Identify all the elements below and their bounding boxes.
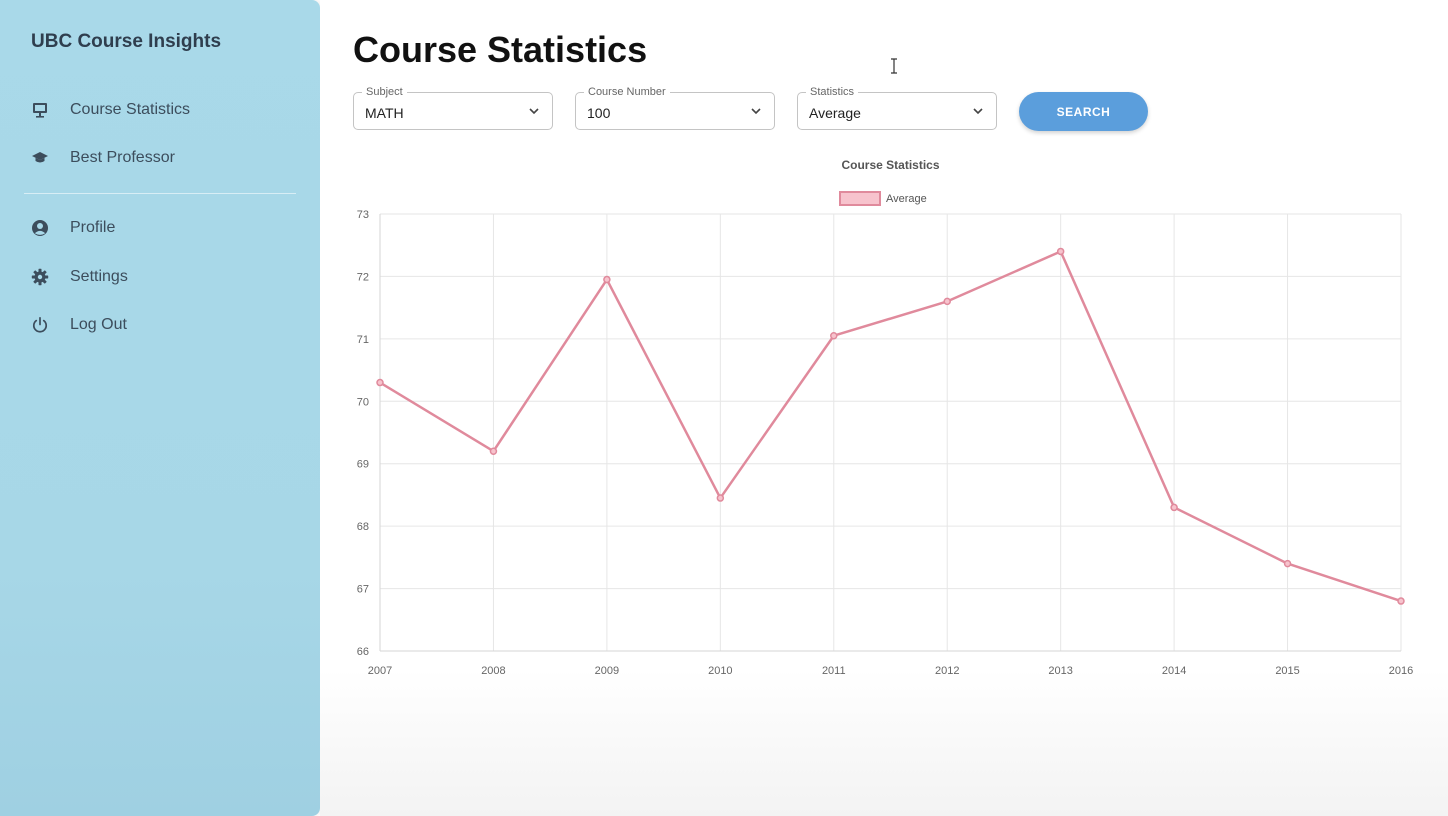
user-circle-icon [31, 217, 57, 239]
sidebar-item-best-professor[interactable]: Best Professor [31, 143, 175, 173]
sidebar-item-profile[interactable]: Profile [31, 213, 115, 243]
y-tick-label: 70 [357, 396, 369, 408]
sidebar-item-label: Course Statistics [70, 101, 191, 118]
presentation-icon [31, 99, 57, 121]
data-point [1397, 597, 1405, 605]
text-cursor-icon [891, 58, 897, 74]
data-point [830, 331, 838, 340]
x-tick-label: 2014 [1162, 665, 1186, 677]
x-tick-label: 2013 [1048, 665, 1072, 677]
y-tick-label: 67 [357, 584, 369, 596]
x-tick-label: 2015 [1275, 665, 1299, 677]
x-tick-label: 2007 [368, 665, 392, 677]
main-content: Course Statistics Subject MATH Course Nu… [320, 0, 1448, 816]
sidebar: UBC Course Insights Course Statistics Be… [0, 0, 320, 816]
y-tick-label: 66 [357, 646, 369, 658]
course-statistics-chart: Course Statistics Average 66 67 68 69 70 71 72 73… [357, 158, 1413, 677]
x-tick-label: 2009 [595, 665, 619, 677]
sidebar-item-label: Log Out [70, 316, 127, 333]
y-tick-label: 71 [357, 334, 369, 346]
sidebar-item-label: Best Professor [70, 149, 175, 166]
x-tick-label: 2010 [708, 665, 732, 677]
y-tick-label: 68 [357, 521, 369, 533]
sidebar-divider [24, 193, 296, 194]
graduation-cap-icon [31, 147, 57, 169]
sidebar-item-label: Settings [70, 268, 128, 285]
data-point [1283, 559, 1292, 568]
chart-title: Course Statistics [841, 158, 939, 172]
x-tick-label: 2011 [822, 665, 846, 677]
x-tick-label: 2008 [481, 665, 505, 677]
sidebar-item-label: Profile [70, 219, 116, 236]
gear-icon [31, 266, 57, 288]
data-point [943, 297, 951, 306]
data-point [603, 275, 611, 284]
sidebar-item-course-statistics[interactable]: Course Statistics [31, 95, 190, 125]
data-point [716, 494, 725, 502]
app-brand: UBC Course Insights [31, 31, 222, 52]
y-tick-label: 72 [357, 271, 369, 283]
legend-label: Average [886, 193, 927, 205]
legend-swatch [839, 191, 881, 206]
x-tick-label: 2012 [935, 665, 959, 677]
power-icon [31, 314, 57, 336]
data-point [489, 447, 498, 455]
y-tick-label: 73 [357, 209, 369, 221]
sidebar-item-settings[interactable]: Settings [31, 262, 128, 292]
data-point [376, 378, 384, 387]
data-point [1170, 503, 1178, 512]
x-tick-label: 2016 [1389, 665, 1413, 677]
data-point [1056, 247, 1065, 256]
y-tick-label: 69 [357, 459, 369, 471]
series-line-average [379, 250, 1402, 603]
sidebar-item-log-out[interactable]: Log Out [31, 310, 127, 340]
